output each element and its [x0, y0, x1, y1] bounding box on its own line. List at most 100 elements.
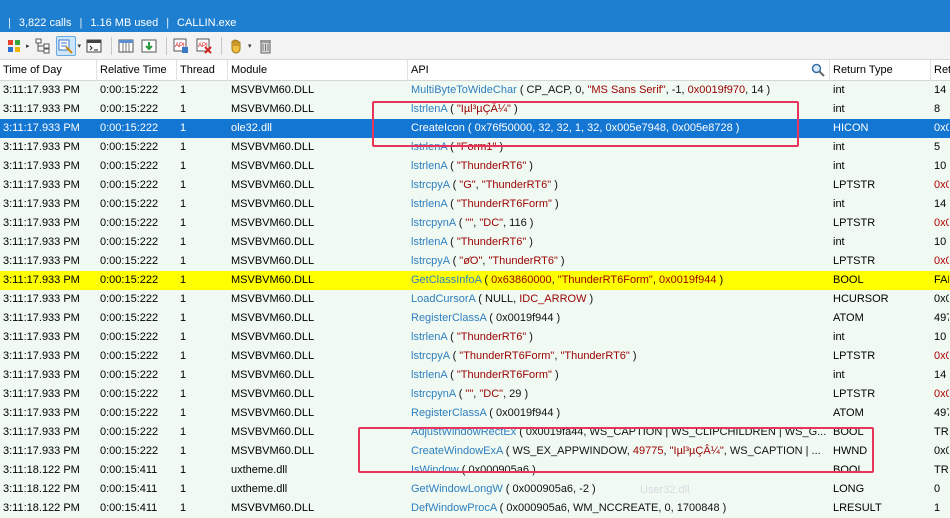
cell-thread: 1 [180, 160, 187, 172]
table-row[interactable]: 3:11:17.933 PM 0:00:15:222 1 MSVBVM60.DLL Mu… [0, 81, 950, 100]
cell-api: RegisterClassA ( 0x0019f944 ) [408, 309, 830, 328]
api-argument-text: ( [447, 369, 457, 381]
api-argument-text: ( [447, 331, 457, 343]
cell-return-type: BOOL [833, 426, 864, 438]
api-search-button[interactable] [811, 63, 825, 81]
chevron-right-icon[interactable]: ▸ [26, 42, 30, 50]
cell-module: MSVBVM60.DLL [231, 502, 315, 514]
console-button[interactable] [84, 36, 104, 56]
table-row[interactable]: 3:11:18.122 PM 0:00:15:411 1 uxtheme.dll IsW… [0, 461, 950, 480]
table-row[interactable]: 3:11:18.122 PM 0:00:15:411 1 uxtheme.dll Get… [0, 480, 950, 499]
table-row[interactable]: 3:11:17.933 PM 0:00:15:222 1 MSVBVM60.DLL Ge… [0, 271, 950, 290]
status-call-count: 3,822 calls [18, 17, 72, 29]
chevron-down-icon[interactable]: ▾ [78, 42, 82, 50]
faded-module-label: User32.dll [640, 484, 690, 496]
cell-api: LoadCursorA ( NULL, IDC_ARROW ) [408, 290, 830, 309]
cell-return-value: 0x0 [934, 445, 950, 457]
table-row[interactable]: 3:11:17.933 PM 0:00:15:222 1 MSVBVM60.DLL ls… [0, 195, 950, 214]
table-row[interactable]: 3:11:17.933 PM 0:00:15:222 1 MSVBVM60.DLL ls… [0, 385, 950, 404]
table-row[interactable]: 3:11:17.933 PM 0:00:15:222 1 MSVBVM60.DLL Cr… [0, 442, 950, 461]
cell-return-type: LPTSTR [833, 255, 876, 267]
hand-icon [231, 39, 241, 54]
api-argument-text: ( 0x000905a6, WM_NCCREATE, 0, 1700848 ) [496, 502, 727, 514]
column-module[interactable]: Module [228, 60, 408, 81]
cell-relative-time: 0:00:15:222 [100, 426, 159, 438]
cell-module: MSVBVM60.DLL [231, 179, 315, 191]
api-function-name: DefWindowProcA [411, 502, 497, 514]
column-return-value[interactable]: Ret [931, 60, 950, 81]
api-argument-text: "ThunderRT6Form" [456, 198, 552, 210]
table-row[interactable]: 3:11:17.933 PM 0:00:15:222 1 MSVBVM60.DLL ls… [0, 347, 950, 366]
cell-module: MSVBVM60.DLL [231, 274, 315, 286]
table-row[interactable]: 3:11:17.933 PM 0:00:15:222 1 MSVBVM60.DLL ls… [0, 233, 950, 252]
cell-thread: 1 [180, 217, 187, 229]
toolbar-separator [111, 36, 113, 55]
cell-time-of-day: 3:11:17.933 PM [3, 350, 80, 362]
delete-button[interactable] [255, 36, 275, 56]
cell-return-value: 10 [934, 331, 947, 343]
table-row[interactable]: 3:11:17.933 PM 0:00:15:222 1 MSVBVM60.DLL Lo… [0, 290, 950, 309]
download-button[interactable] [139, 36, 159, 56]
table-row[interactable]: 3:11:18.122 PM 0:00:15:411 1 MSVBVM60.DLL De… [0, 499, 950, 518]
colors-button[interactable] [4, 36, 24, 56]
api-argument-text: 0x0019f944 [658, 274, 717, 286]
cell-relative-time: 0:00:15:222 [100, 293, 159, 305]
table-row[interactable]: 3:11:17.933 PM 0:00:15:222 1 ole32.dll Creat… [0, 119, 950, 138]
table-row[interactable]: 3:11:17.933 PM 0:00:15:222 1 MSVBVM60.DLL Ad… [0, 423, 950, 442]
table-row[interactable]: 3:11:17.933 PM 0:00:15:222 1 MSVBVM60.DLL ls… [0, 100, 950, 119]
cell-thread: 1 [180, 141, 187, 153]
tree-view-button[interactable] [33, 36, 53, 56]
cell-module: MSVBVM60.DLL [231, 217, 315, 229]
api-argument-text: ) [586, 293, 594, 305]
api-argument-text: ) [526, 160, 533, 172]
table-row[interactable]: 3:11:17.933 PM 0:00:15:222 1 MSVBVM60.DLL Re… [0, 309, 950, 328]
table-row[interactable]: 3:11:17.933 PM 0:00:15:222 1 MSVBVM60.DLL Re… [0, 404, 950, 423]
api-argument-text: 0x63860000 [491, 274, 552, 286]
column-time-of-day[interactable]: Time of Day [0, 60, 97, 81]
column-relative-time[interactable]: Relative Time [97, 60, 177, 81]
chevron-down-icon[interactable]: ▾ [248, 42, 252, 50]
cell-return-type: LRESULT [833, 502, 882, 514]
api-argument-text: "ThunderRT6" [456, 331, 527, 343]
table-row[interactable]: 3:11:17.933 PM 0:00:15:222 1 MSVBVM60.DLL ls… [0, 138, 950, 157]
api-function-name: GetWindowLongW [411, 483, 503, 495]
cell-return-type: LPTSTR [833, 179, 876, 191]
cell-thread: 1 [180, 103, 187, 115]
api-argument-text: ( [449, 255, 460, 267]
cell-relative-time: 0:00:15:222 [100, 84, 159, 96]
table-row[interactable]: 3:11:17.933 PM 0:00:15:222 1 MSVBVM60.DLL ls… [0, 252, 950, 271]
hand-button[interactable] [226, 36, 246, 56]
table-row[interactable]: 3:11:17.933 PM 0:00:15:222 1 MSVBVM60.DLL ls… [0, 157, 950, 176]
cell-thread: 1 [180, 84, 187, 96]
api-close-button[interactable]: API [194, 36, 214, 56]
cell-time-of-day: 3:11:17.933 PM [3, 312, 80, 324]
cell-module: MSVBVM60.DLL [231, 407, 315, 419]
cell-api: lstrcpyA ( "øΌ", "ThunderRT6" ) [408, 252, 830, 271]
column-return-type[interactable]: Return Type [830, 60, 931, 81]
cell-return-type: int [833, 198, 845, 210]
cell-time-of-day: 3:11:17.933 PM [3, 445, 80, 457]
api-function-name: AdjustWindowRectEx [411, 426, 517, 438]
table-row[interactable]: 3:11:17.933 PM 0:00:15:222 1 MSVBVM60.DLL ls… [0, 328, 950, 347]
api-argument-text: ( 0x000905a6 ) [458, 464, 536, 476]
cell-thread: 1 [180, 236, 187, 248]
cell-return-value: 0x0 [934, 122, 950, 134]
table-row[interactable]: 3:11:17.933 PM 0:00:15:222 1 MSVBVM60.DLL ls… [0, 176, 950, 195]
cell-api: DefWindowProcA ( 0x000905a6, WM_NCCREATE… [408, 499, 830, 518]
table-row[interactable]: 3:11:17.933 PM 0:00:15:222 1 MSVBVM60.DLL ls… [0, 366, 950, 385]
cell-module: MSVBVM60.DLL [231, 141, 315, 153]
cell-api: lstrlenA ( "Iµl³µÇÂ¼" ) [408, 100, 830, 119]
api-function-name: lstrcpynA [411, 217, 456, 229]
api-argument-text: "Iµl³µÇÂ¼" [456, 103, 511, 115]
column-thread[interactable]: Thread [177, 60, 228, 81]
api-capture-button[interactable]: API [171, 36, 191, 56]
cell-relative-time: 0:00:15:411 [100, 464, 158, 476]
column-api[interactable]: API [408, 60, 830, 81]
cell-relative-time: 0:00:15:222 [100, 255, 159, 267]
api-argument-text: ( 0x0019f944 ) [486, 312, 561, 324]
columns-button[interactable] [116, 36, 136, 56]
filter-button[interactable] [55, 35, 76, 56]
table-row[interactable]: 3:11:17.933 PM 0:00:15:222 1 MSVBVM60.DLL ls… [0, 214, 950, 233]
cell-api: CreateIcon ( 0x76f50000, 32, 32, 1, 32, … [408, 119, 830, 138]
api-argument-text: , WS_CAPTION | ... [723, 445, 821, 457]
